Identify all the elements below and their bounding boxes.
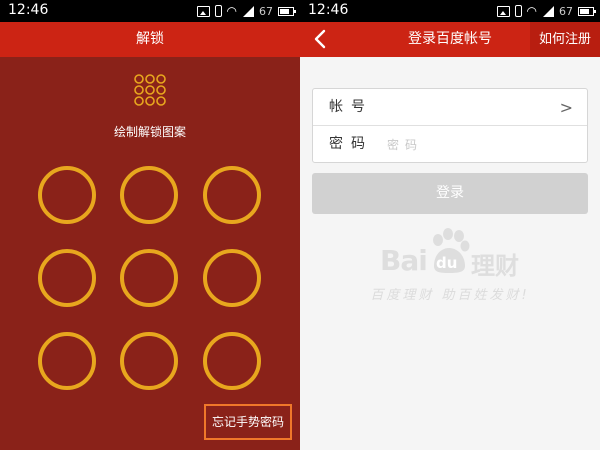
login-screen: 12:46 ◠ 67 登录百度帐号 如何注册 帐号 > 密码 登录 Bai du… (300, 0, 600, 450)
pattern-dot-6[interactable] (203, 249, 261, 307)
pattern-dot-5[interactable] (120, 249, 178, 307)
status-icons: ◠ 67 (496, 3, 596, 19)
unlock-screen: 12:46 ◠ 67 解锁 绘制解锁图案 忘记手势密码 (0, 0, 300, 450)
signal-icon (242, 5, 254, 17)
wifi-icon: ◠ (526, 4, 537, 18)
vibrate-icon (514, 5, 522, 17)
pattern-dot-3[interactable] (203, 166, 261, 224)
pattern-dot-1[interactable] (38, 166, 96, 224)
forgot-gesture-password-button[interactable]: 忘记手势密码 (204, 404, 292, 440)
pattern-hint: 绘制解锁图案 (113, 125, 186, 139)
account-row[interactable]: 帐号 > (313, 89, 587, 126)
login-form: 帐号 > 密码 (312, 88, 588, 163)
account-label: 帐号 (329, 99, 373, 115)
title-bar: 解锁 (0, 22, 300, 57)
password-row: 密码 (313, 126, 587, 163)
slogan: 百度理财 助百姓发财! (370, 288, 530, 303)
pattern-dot-2[interactable] (120, 166, 178, 224)
status-bar: 12:46 ◠ 67 (300, 0, 600, 22)
pattern-dot-9[interactable] (203, 332, 261, 390)
pattern-dot-8[interactable] (120, 332, 178, 390)
battery-level: 67 (259, 4, 273, 18)
login-button[interactable]: 登录 (312, 173, 588, 214)
password-label: 密码 (329, 136, 373, 152)
title-bar: 登录百度帐号 如何注册 (300, 22, 600, 57)
status-time: 12:46 (308, 2, 349, 18)
status-time: 12:46 (8, 2, 49, 18)
status-bar: 12:46 ◠ 67 (0, 0, 300, 22)
baidu-licai-logo: Bai du 理财 (380, 228, 530, 280)
image-notification-icon (196, 5, 210, 17)
vibrate-icon (214, 5, 222, 17)
status-icons: ◠ 67 (196, 3, 296, 19)
chevron-right-icon[interactable]: > (560, 89, 573, 126)
signal-icon (542, 5, 554, 17)
logo-bai-text: Bai (380, 244, 428, 277)
password-input[interactable] (387, 134, 567, 155)
pattern-dot-7[interactable] (38, 332, 96, 390)
logo-licai-text: 理财 (471, 252, 519, 280)
how-to-register-button[interactable]: 如何注册 (530, 22, 600, 57)
pattern-grid-icon (133, 73, 167, 107)
logo-du-text: du (436, 254, 458, 272)
battery-icon (278, 6, 296, 16)
pattern-dot-4[interactable] (38, 249, 96, 307)
battery-icon (578, 6, 596, 16)
page-title: 解锁 (136, 31, 164, 47)
battery-level: 67 (559, 4, 573, 18)
wifi-icon: ◠ (226, 4, 237, 18)
image-notification-icon (496, 5, 510, 17)
